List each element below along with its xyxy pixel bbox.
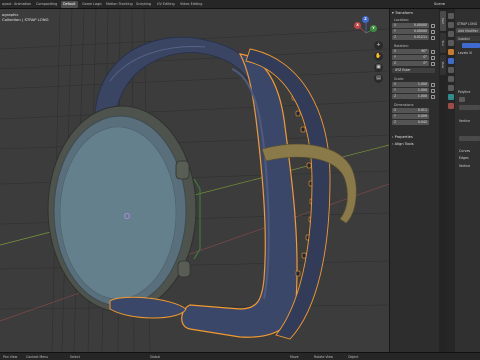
- camera-view-icon[interactable]: ▣: [374, 63, 383, 72]
- location-z-field[interactable]: Z 0.01211: [392, 35, 429, 40]
- lower-strap-segment[interactable]: [109, 296, 187, 319]
- 3d-viewport[interactable]: ographic Collection | STRAP LONG X Y Z +…: [0, 9, 389, 352]
- status-hint: Rotate View: [314, 355, 334, 359]
- lock-icon[interactable]: [431, 55, 435, 60]
- dimensions-label: Dimensions:: [394, 103, 415, 107]
- gizmo-y-axis[interactable]: Y: [370, 25, 377, 32]
- physics-properties-icon[interactable]: [448, 76, 454, 82]
- constraints-properties-icon[interactable]: [448, 85, 454, 91]
- location-label: Location:: [394, 18, 410, 22]
- zoom-icon[interactable]: +: [374, 41, 383, 50]
- scale-label: Scale:: [394, 77, 404, 81]
- tool-properties-icon[interactable]: [448, 13, 454, 19]
- rotation-x-field[interactable]: X 90°: [392, 49, 429, 54]
- lock-icon[interactable]: [431, 35, 435, 40]
- polyline-label: Polyline: [458, 90, 471, 94]
- modifier-name: Subdivi: [458, 36, 470, 41]
- workspace-tab-bar: ayout Animation Compositing Default Game Log…: [0, 0, 480, 9]
- tab-item[interactable]: Item: [440, 11, 446, 31]
- modifier-type-button[interactable]: [462, 43, 480, 48]
- workspace-tab[interactable]: Scripting: [134, 1, 153, 8]
- scale-x-field[interactable]: X 1.000: [392, 82, 429, 87]
- pan-hand-icon[interactable]: ✋: [374, 52, 383, 61]
- status-hint: Pan View: [3, 355, 18, 359]
- panel-toggle[interactable]: [459, 97, 465, 102]
- rotation-y-field[interactable]: Y 0°: [392, 55, 429, 60]
- workspace-tab[interactable]: UV Editing: [155, 1, 176, 8]
- tab-tool[interactable]: Tool: [440, 33, 446, 53]
- transform-orientation-dropdown[interactable]: Global: [150, 354, 160, 360]
- align-tools-panel-title[interactable]: › Align Tools: [392, 141, 414, 147]
- add-modifier-label: Add Modifier: [458, 28, 479, 33]
- material-properties-icon[interactable]: [448, 103, 454, 109]
- collection-object-label: Collection | STRAP LONG: [2, 17, 49, 22]
- crown-button-bottom[interactable]: [177, 260, 191, 278]
- lock-icon[interactable]: [431, 88, 435, 93]
- transform-panel-title[interactable]: ▾ Transform: [392, 10, 413, 16]
- watch-glass: [59, 126, 177, 300]
- levels-label: Levels Vi: [458, 51, 473, 55]
- curves-label: Curves: [459, 149, 471, 153]
- dimensions-z-field[interactable]: Z 0.042: [392, 120, 429, 125]
- vertices-label: Vertice: [459, 119, 471, 123]
- dimensions-y-field[interactable]: Y 0.009: [392, 114, 429, 119]
- vertices-label-2: Vertice: [459, 164, 471, 168]
- dropdown-field[interactable]: [459, 136, 480, 141]
- object-name-label: STRAP LONG: [457, 22, 478, 26]
- scale-z-field[interactable]: Z 1.000: [392, 94, 429, 99]
- render-properties-icon[interactable]: [448, 22, 454, 28]
- dimensions-x-field[interactable]: X 0.011: [392, 108, 429, 113]
- scene-selector[interactable]: Scene: [434, 1, 445, 8]
- lock-icon[interactable]: [431, 94, 435, 99]
- lock-icon[interactable]: [431, 61, 435, 66]
- status-hint: Object: [348, 355, 359, 359]
- viewport-overlay-text: ographic Collection | STRAP LONG: [2, 12, 49, 22]
- lock-icon[interactable]: [431, 29, 435, 34]
- rotation-label: Rotation:: [394, 44, 409, 48]
- properties-tab-column: [447, 9, 455, 352]
- status-hint: Move: [290, 355, 299, 359]
- perspective-toggle-icon[interactable]: ▤: [374, 74, 383, 83]
- sidebar-tab-strip: Item Tool View: [439, 9, 447, 352]
- gizmo-x-axis[interactable]: X: [354, 22, 361, 29]
- tab-view[interactable]: View: [440, 55, 446, 75]
- selected-long-strap[interactable]: [181, 53, 298, 338]
- workspace-tab[interactable]: Compositing: [34, 1, 58, 8]
- modifier-properties-icon[interactable]: [448, 58, 454, 64]
- n-sidebar-panel: ▾ Transform Location: X 0.00000 Y 0.00000 …: [389, 9, 439, 352]
- crown-button-top[interactable]: [175, 160, 190, 180]
- workspace-tab[interactable]: Video Editing: [178, 1, 203, 8]
- lock-icon[interactable]: [431, 82, 435, 87]
- properties-panel-title[interactable]: › Properties: [392, 134, 413, 140]
- workspace-tab[interactable]: Motion Tracking: [104, 1, 133, 8]
- rotation-mode-dropdown[interactable]: XYZ Euler: [392, 68, 435, 73]
- rotation-z-field[interactable]: Z 0°: [392, 61, 429, 66]
- status-hint: Context Menu: [26, 355, 49, 359]
- object-properties-icon[interactable]: [448, 49, 454, 55]
- status-hint: Select: [70, 355, 80, 359]
- workspace-tab[interactable]: Default: [61, 1, 78, 8]
- edges-label: Edges: [459, 156, 469, 160]
- viewport-scene: [0, 9, 389, 352]
- properties-editor: STRAP LONG Add Modifier Subdivi Levels V…: [455, 9, 480, 352]
- workspace-tab[interactable]: ayout: [0, 1, 12, 8]
- output-properties-icon[interactable]: [448, 31, 454, 37]
- scene-properties-icon[interactable]: [448, 40, 454, 46]
- workspace-tab[interactable]: Animation: [12, 1, 32, 8]
- dropdown-field[interactable]: [459, 105, 480, 110]
- location-y-field[interactable]: Y 0.00000: [392, 29, 429, 34]
- particles-properties-icon[interactable]: [448, 67, 454, 73]
- lock-icon[interactable]: [431, 23, 435, 28]
- lock-icon[interactable]: [431, 49, 435, 54]
- location-x-field[interactable]: X 0.00000: [392, 23, 429, 28]
- status-bar: Pan View Context Menu Select Move Rotate Vie…: [0, 352, 480, 360]
- workspace-tab[interactable]: Game Logic: [80, 1, 102, 8]
- scale-y-field[interactable]: Y 1.000: [392, 88, 429, 93]
- data-properties-icon[interactable]: [448, 94, 454, 100]
- gizmo-z-axis[interactable]: Z: [362, 16, 369, 23]
